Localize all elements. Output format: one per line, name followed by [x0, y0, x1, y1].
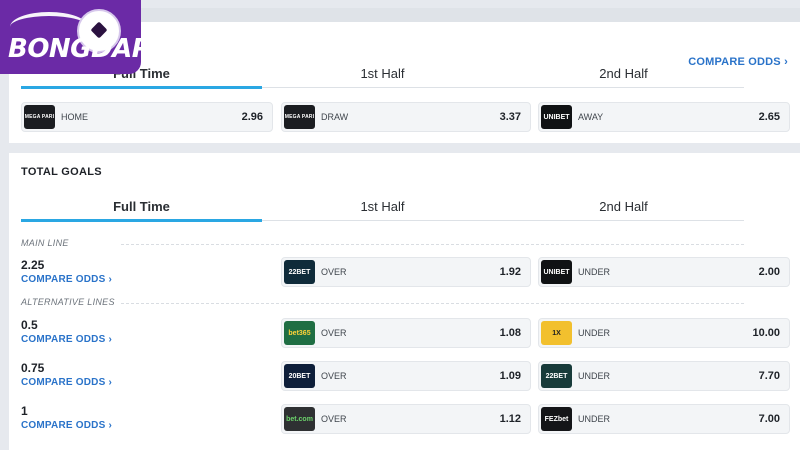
20bet-logo: 20BET: [284, 364, 315, 388]
22bet-logo: 22BET: [541, 364, 572, 388]
chevron-right-icon: ›: [108, 377, 112, 388]
odds-value: 1.09: [499, 370, 521, 382]
logo-text: BONGDAPI: [8, 34, 141, 64]
odds-value: 3.37: [499, 111, 521, 123]
compare-odds-link[interactable]: COMPARE ODDS ›: [21, 274, 112, 285]
compare-odds-link[interactable]: COMPARE ODDS ›: [21, 377, 112, 388]
odds-value: 2.96: [241, 111, 263, 123]
compare-odds-label: COMPARE ODDS: [21, 377, 106, 388]
compare-odds-label: COMPARE ODDS: [21, 334, 106, 345]
period-tabs: Full Time 1st Half 2nd Half: [21, 193, 744, 222]
line-value: 0.75: [21, 361, 45, 375]
chevron-right-icon: ›: [108, 334, 112, 345]
odds-label: UNDER: [578, 414, 611, 424]
odds-over[interactable]: bet365 OVER 1.08: [281, 318, 531, 348]
odds-over[interactable]: 20BET OVER 1.09: [281, 361, 531, 391]
compare-odds-link[interactable]: COMPARE ODDS ›: [21, 334, 112, 345]
odds-home[interactable]: MEGA PARI HOME 2.96: [21, 102, 273, 132]
odds-value: 1.08: [499, 327, 521, 339]
odds-label: DRAW: [321, 112, 349, 122]
unibet-logo: UNIBET: [541, 260, 572, 284]
odds-label: OVER: [321, 328, 347, 338]
compare-odds-link[interactable]: COMPARE ODDS ›: [21, 420, 112, 431]
line-value: 1: [21, 404, 28, 418]
odds-value: 2.65: [758, 111, 780, 123]
megapari-logo: MEGA PARI: [24, 105, 55, 129]
odds-value: 1.12: [499, 413, 521, 425]
total-goals-card: TOTAL GOALS Full Time 1st Half 2nd Half …: [9, 153, 800, 450]
1xbet-logo: 1X: [541, 321, 572, 345]
odds-under[interactable]: 1X UNDER 10.00: [538, 318, 790, 348]
22bet-logo: 22BET: [284, 260, 315, 284]
odds-under[interactable]: 22BET UNDER 7.70: [538, 361, 790, 391]
odds-label: UNDER: [578, 371, 611, 381]
odds-label: UNDER: [578, 328, 611, 338]
fezbet-logo: FEZbet: [541, 407, 572, 431]
tab-full-time[interactable]: Full Time: [21, 193, 262, 222]
compare-odds-label: COMPARE ODDS: [21, 420, 106, 431]
odds-label: OVER: [321, 267, 347, 277]
betcom-logo: bet.com: [284, 407, 315, 431]
odds-value: 7.70: [758, 370, 780, 382]
odds-value: 1.92: [499, 266, 521, 278]
odds-label: HOME: [61, 112, 88, 122]
megapari-logo: MEGA PARI: [284, 105, 315, 129]
tab-1st-half[interactable]: 1st Half: [262, 193, 503, 220]
bet365-logo: bet365: [284, 321, 315, 345]
section-title: TOTAL GOALS: [21, 166, 102, 178]
chevron-right-icon: ›: [108, 420, 112, 431]
tab-2nd-half[interactable]: 2nd Half: [503, 60, 744, 87]
line-value: 2.25: [21, 258, 45, 272]
odds-value: 7.00: [758, 413, 780, 425]
chevron-right-icon: ›: [784, 56, 788, 68]
line-value: 0.5: [21, 318, 38, 332]
odds-label: OVER: [321, 371, 347, 381]
odds-over[interactable]: 22BET OVER 1.92: [281, 257, 531, 287]
odds-under[interactable]: UNIBET UNDER 2.00: [538, 257, 790, 287]
unibet-logo: UNIBET: [541, 105, 572, 129]
compare-odds-label: COMPARE ODDS: [21, 274, 106, 285]
odds-value: 10.00: [752, 327, 780, 339]
odds-under[interactable]: FEZbet UNDER 7.00: [538, 404, 790, 434]
main-line-heading: MAIN LINE: [21, 238, 744, 248]
odds-over[interactable]: bet.com OVER 1.12: [281, 404, 531, 434]
site-logo[interactable]: BONGDAPI: [0, 0, 141, 74]
odds-draw[interactable]: MEGA PARI DRAW 3.37: [281, 102, 531, 132]
tab-1st-half[interactable]: 1st Half: [262, 60, 503, 87]
alternative-lines-heading: ALTERNATIVE LINES: [21, 297, 744, 307]
odds-label: AWAY: [578, 112, 604, 122]
odds-label: UNDER: [578, 267, 611, 277]
odds-value: 2.00: [758, 266, 780, 278]
odds-away[interactable]: UNIBET AWAY 2.65: [538, 102, 790, 132]
odds-label: OVER: [321, 414, 347, 424]
tab-2nd-half[interactable]: 2nd Half: [503, 193, 744, 220]
chevron-right-icon: ›: [108, 274, 112, 285]
